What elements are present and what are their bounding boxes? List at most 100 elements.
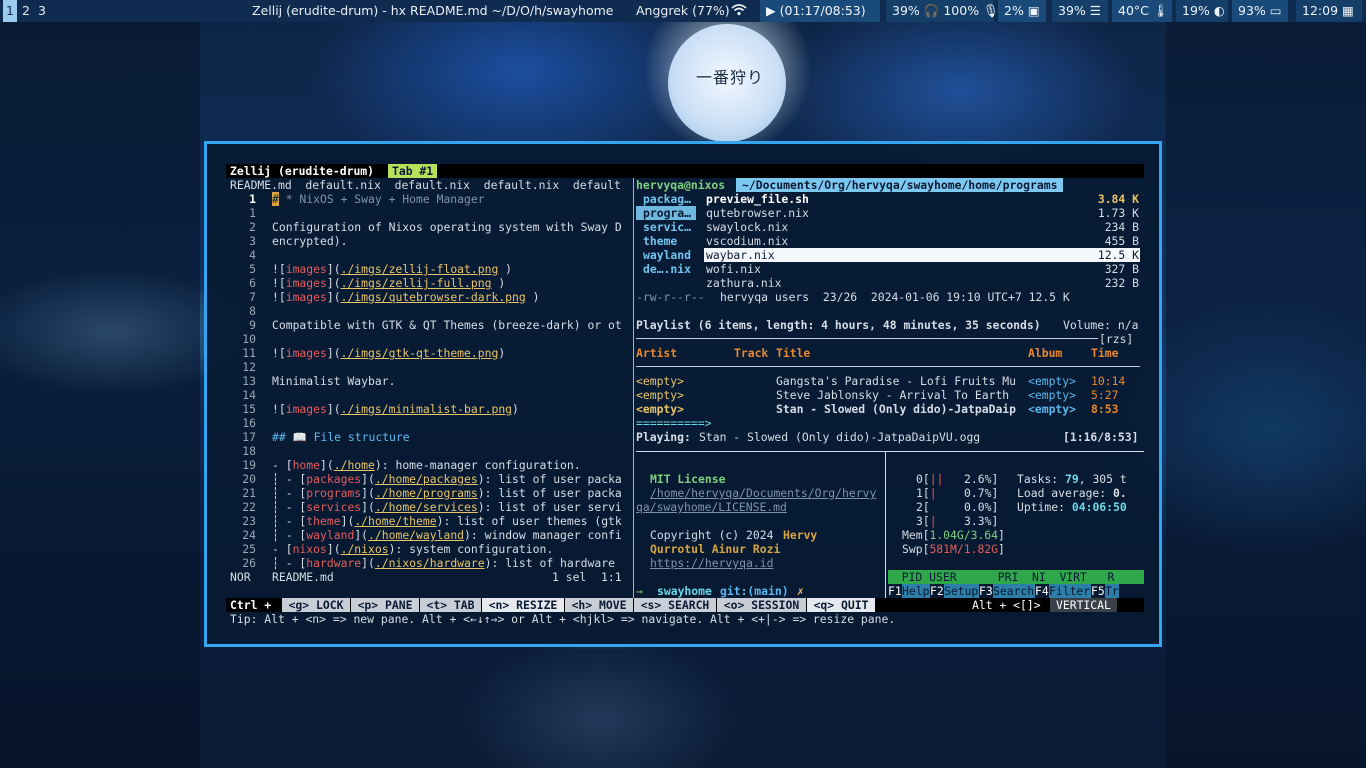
- fm-path[interactable]: ~/Documents/Org/hervyqa/swayhome/home/pr…: [736, 178, 1064, 192]
- editor-line[interactable]: ![images](./imgs/zellij-float.png ): [272, 262, 512, 276]
- link-url[interactable]: ./home/services: [375, 500, 478, 514]
- htop-fkey[interactable]: F4: [1035, 584, 1049, 598]
- editor-line[interactable]: Minimalist Waybar.: [272, 374, 395, 388]
- license-path-cont[interactable]: qa/swayhome/LICENSE.md: [636, 500, 787, 514]
- workspace-3[interactable]: 3: [35, 0, 49, 22]
- editor-line[interactable]: ┆ - [programs](./home/programs): list of…: [272, 486, 622, 500]
- fm-parent-dir[interactable]: packag…: [643, 192, 691, 206]
- col-track: Track: [734, 346, 769, 360]
- fm-parent-dir[interactable]: de….nix: [643, 262, 691, 276]
- memory-module[interactable]: 39% ☰: [1052, 0, 1108, 22]
- zellij-key-ssearch[interactable]: <s> SEARCH: [634, 598, 716, 612]
- editor-line[interactable]: ┆ - [packages](./home/packages): list of…: [272, 472, 622, 486]
- editor-selection: 1 sel: [552, 570, 587, 584]
- editor-line[interactable]: ![images](./imgs/gtk-qt-theme.png): [272, 346, 505, 360]
- wifi-status[interactable]: Anggrek (77%): [636, 0, 730, 22]
- htop-fkey[interactable]: F5: [1091, 584, 1105, 598]
- zellij-key-ttab[interactable]: <t> TAB: [420, 598, 481, 612]
- link-url[interactable]: ./imgs/zellij-float.png: [341, 262, 499, 276]
- editor-line[interactable]: ![images](./imgs/minimalist-bar.png): [272, 402, 519, 416]
- editor-line[interactable]: ┆ - [services](./home/services): list of…: [272, 500, 622, 514]
- zellij-key-hmove[interactable]: <h> MOVE: [565, 598, 633, 612]
- editor-line[interactable]: - [nixos](./nixos): system configuration…: [272, 542, 553, 556]
- media-player[interactable]: ▶ (01:17/08:53): [760, 0, 880, 22]
- link-url[interactable]: ./home/wayland: [368, 528, 464, 542]
- line-number: 22: [242, 500, 256, 514]
- playlist-title[interactable]: Steve Jablonsky - Arrival To Earth: [776, 388, 1028, 402]
- htop-fkey[interactable]: F1: [888, 584, 902, 598]
- link-url[interactable]: ./nixos: [341, 542, 389, 556]
- layout-indicator[interactable]: VERTICAL: [1050, 598, 1117, 612]
- editor-line[interactable]: Configuration of Nixos operating system …: [272, 220, 622, 234]
- author-url[interactable]: https://hervyqa.id: [650, 556, 773, 570]
- editor-line[interactable]: - [home](./home): home-manager configura…: [272, 458, 581, 472]
- link-text: wayland: [306, 528, 355, 542]
- zellij-key-qquit[interactable]: <q> QUIT: [807, 598, 875, 612]
- brightness-module[interactable]: 19% ◐: [1176, 0, 1228, 22]
- link-text: images: [285, 290, 327, 304]
- terminal-window[interactable]: Zellij (erudite-drum) Tab #1 README.md d…: [204, 141, 1162, 647]
- fm-parent-dir[interactable]: theme: [643, 234, 677, 248]
- fm-parent-dir[interactable]: wayland: [643, 248, 691, 262]
- link-url[interactable]: ./imgs/gtk-qt-theme.png: [341, 346, 499, 360]
- fm-file-name[interactable]: wofi.nix: [706, 262, 761, 276]
- fm-file-name[interactable]: waybar.nix: [706, 248, 775, 262]
- fm-file-name[interactable]: swaylock.nix: [706, 220, 788, 234]
- link-url[interactable]: ./nixos/hardware: [375, 556, 485, 570]
- htop-fkey-label[interactable]: Tr: [1105, 584, 1119, 598]
- cpu-bar: ||: [929, 472, 944, 486]
- editor-line[interactable]: Compatible with GTK & QT Themes (breeze-…: [272, 318, 622, 332]
- zellij-key-ppane[interactable]: <p> PANE: [351, 598, 419, 612]
- playlist-title[interactable]: Stan - Slowed (Only dido)-JatpaDaip: [776, 402, 1028, 416]
- editor-line[interactable]: ┆ - [wayland](./home/wayland): window ma…: [272, 528, 622, 542]
- temperature-module[interactable]: 40°C 🌡: [1112, 0, 1172, 22]
- editor-line[interactable]: ┆ - [theme](./home/theme): list of user …: [272, 514, 622, 528]
- editor-line[interactable]: ┆ - [hardware](./nixos/hardware): list o…: [272, 556, 615, 570]
- htop-cpu-2: 2[ 0.0%]: [916, 500, 999, 514]
- battery-module[interactable]: 93% ▭: [1232, 0, 1288, 22]
- fm-file-name[interactable]: zathura.nix: [706, 276, 781, 290]
- line-number: 4: [249, 248, 256, 262]
- editor-line[interactable]: ## 📖 File structure: [272, 430, 410, 444]
- htop-column-header[interactable]: PID USER PRI NI VIRT R: [888, 570, 1144, 584]
- fm-file-name[interactable]: vscodium.nix: [706, 234, 788, 248]
- editor-line[interactable]: ![images](./imgs/qutebrowser-dark.png ): [272, 290, 539, 304]
- link-url[interactable]: ./home/programs: [375, 486, 478, 500]
- link-url[interactable]: ./imgs/qutebrowser-dark.png: [341, 290, 526, 304]
- fm-parent-dir[interactable]: servic…: [643, 220, 691, 234]
- link-url[interactable]: ./home/theme: [354, 514, 436, 528]
- fm-file-name[interactable]: qutebrowser.nix: [706, 206, 809, 220]
- link-url[interactable]: ./home: [334, 458, 375, 472]
- link-url[interactable]: ./imgs/minimalist-bar.png: [341, 402, 512, 416]
- htop-fkey[interactable]: F3: [979, 584, 993, 598]
- zellij-key-nresize[interactable]: <n> RESIZE: [482, 598, 564, 612]
- prompt-dirty-mark: ✗: [797, 584, 804, 598]
- clock-module[interactable]: 12:09 ▦: [1296, 0, 1362, 22]
- tab-1[interactable]: Tab #1: [388, 164, 438, 178]
- htop-fkey-label[interactable]: Setup: [944, 584, 979, 598]
- playlist-volume: Volume: n/a: [1063, 318, 1139, 332]
- link-url[interactable]: ./imgs/zellij-full.png: [341, 276, 492, 290]
- workspace-2[interactable]: 2: [19, 0, 33, 22]
- editor-line[interactable]: # * NixOS + Sway + Home Manager: [272, 192, 485, 206]
- buffer-tabs[interactable]: README.md default.nix default.nix defaul…: [230, 178, 621, 192]
- htop-fkey-label[interactable]: Help: [902, 584, 930, 598]
- link-url[interactable]: ./home/packages: [375, 472, 478, 486]
- zellij-key-glock[interactable]: <g> LOCK: [282, 598, 350, 612]
- htop-fkey-label[interactable]: Search: [993, 584, 1035, 598]
- zellij-key-osession[interactable]: <o> SESSION: [717, 598, 806, 612]
- editor-line[interactable]: encrypted).: [272, 234, 347, 248]
- htop-fkey[interactable]: F2: [930, 584, 944, 598]
- workspace-1[interactable]: 1: [3, 0, 17, 22]
- playlist-title[interactable]: Gangsta's Paradise - Lofi Fruits Mu: [776, 374, 1028, 388]
- fm-parent-dir[interactable]: progra…: [636, 206, 696, 220]
- license-path[interactable]: /home/hervyqa/Documents/Org/hervy: [650, 486, 876, 500]
- htop-fkey-label[interactable]: Filter: [1049, 584, 1091, 598]
- editor-line[interactable]: ![images](./imgs/zellij-full.png ): [272, 276, 505, 290]
- audio-module[interactable]: 39% 🎧 100% 🎙: [886, 0, 999, 22]
- col-time: Time: [1091, 346, 1119, 360]
- link-text: images: [285, 262, 327, 276]
- cpu-module[interactable]: 2% ▣: [998, 0, 1046, 22]
- htop-cpu-0: 0[|| 2.6%]: [916, 472, 999, 486]
- fm-file-name[interactable]: preview_file.sh: [706, 192, 809, 206]
